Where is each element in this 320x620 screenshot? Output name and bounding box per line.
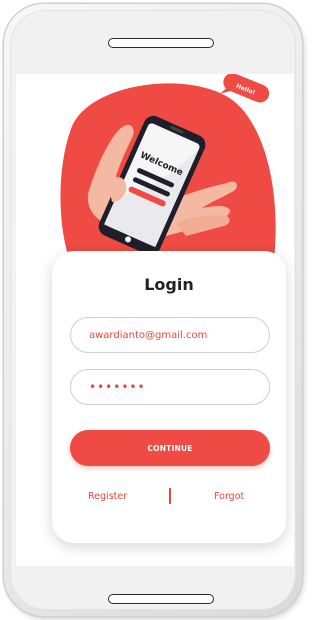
register-link[interactable]: Register [88,491,127,502]
welcome-illustration: Hello! Welcome [60,74,276,264]
phone-frame: Hello! Welcome Login awardianto@gmail.co… [4,4,302,616]
divider [169,488,171,504]
phone-speaker [108,38,214,48]
forgot-link[interactable]: Forgot [214,491,244,502]
password-field[interactable] [70,369,270,405]
continue-button[interactable]: CONTINUE [70,430,270,466]
home-bar [108,594,214,604]
email-field[interactable] [70,317,270,353]
email-input[interactable] [89,318,259,352]
app-screen: Hello! Welcome Login awardianto@gmail.co… [16,74,294,566]
password-input[interactable] [89,370,259,404]
login-card: Login CONTINUE Register Forgot [52,251,286,543]
login-title: Login [144,275,194,294]
